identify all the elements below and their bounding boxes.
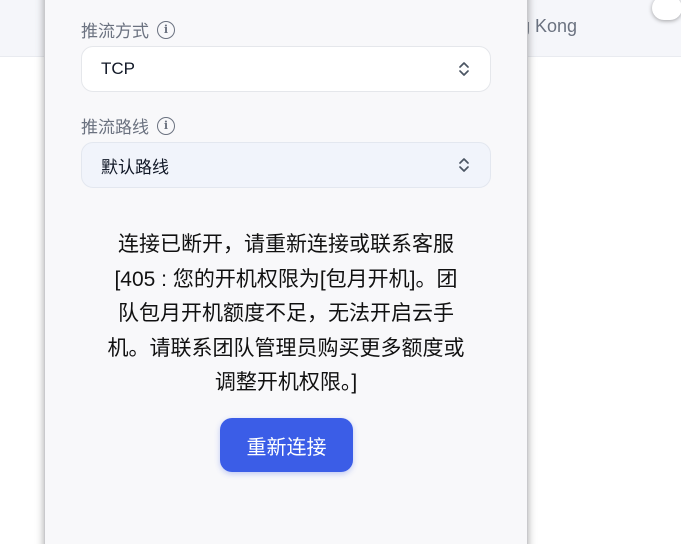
disconnect-message: 连接已断开，请重新连接或联系客服 [405 : 您的开机权限为[包月开机]。团 … (107, 233, 465, 394)
stream-mode-label-row: 推流方式 i (81, 17, 175, 42)
stream-mode-select[interactable]: TCP (81, 46, 491, 92)
info-icon[interactable]: i (157, 20, 175, 39)
stream-settings-panel: 推流方式 i TCP 推流路线 i 默认路线 连接已断开，请重新连接或联系客服 … (44, 0, 528, 544)
stream-mode-value: TCP (101, 59, 135, 78)
stream-route-label-row: 推流路线 i (81, 113, 175, 138)
chevron-up-down-icon (458, 156, 470, 174)
reconnect-button[interactable]: 重新连接 (220, 418, 353, 472)
toggle-switch[interactable] (652, 0, 681, 20)
stream-route-select[interactable]: 默认路线 (81, 142, 491, 188)
stream-route-label: 推流路线 (81, 118, 149, 137)
stream-mode-label: 推流方式 (81, 22, 149, 41)
stream-route-value: 默认路线 (101, 157, 169, 177)
chevron-up-down-icon (458, 60, 470, 78)
info-icon[interactable]: i (157, 116, 175, 135)
